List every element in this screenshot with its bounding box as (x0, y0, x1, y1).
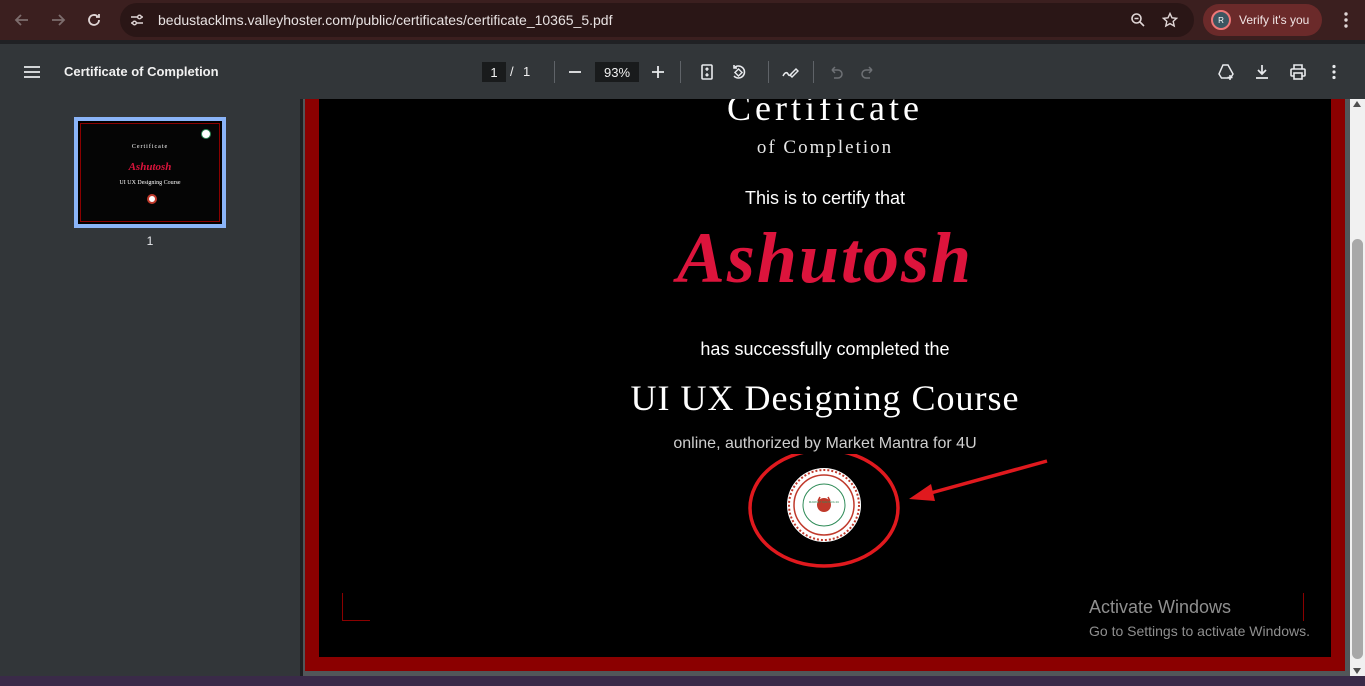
download-button[interactable] (1249, 59, 1275, 85)
page-thumbnail[interactable]: Certificate Ashutosh UI UX Designing Cou… (74, 117, 226, 228)
forward-button[interactable] (43, 5, 73, 35)
url-text[interactable]: bedustacklms.valleyhoster.com/public/cer… (158, 12, 1122, 28)
arrow-right-icon (52, 14, 66, 26)
toolbar-divider (768, 61, 769, 83)
toolbar-divider (554, 61, 555, 83)
address-bar[interactable]: bedustacklms.valleyhoster.com/public/cer… (120, 3, 1194, 37)
certificate-page: Certificate of Completion This is to cer… (305, 99, 1345, 671)
verify-label: Verify it's you (1239, 13, 1310, 27)
toolbar-divider (813, 61, 814, 83)
corner-ornament-left (342, 593, 370, 621)
toolbar-divider (680, 61, 681, 83)
undo-icon (831, 66, 843, 79)
print-icon (1290, 64, 1306, 80)
authorization-text: online, authorized by Market Mantra for … (673, 435, 977, 452)
site-info-icon[interactable] (120, 3, 154, 37)
page-total: 1 (523, 64, 531, 79)
avatar: R (1211, 10, 1231, 30)
recipient-name: Ashutosh (676, 218, 974, 298)
browser-menu-button[interactable] (1332, 5, 1360, 35)
browser-bar: bedustacklms.valleyhoster.com/public/cer… (0, 0, 1365, 40)
minus-icon (569, 71, 581, 73)
more-vert-icon (1344, 12, 1348, 28)
thumbnail-preview: Certificate Ashutosh UI UX Designing Cou… (80, 123, 220, 222)
scroll-thumb[interactable] (1352, 239, 1363, 659)
rotate-button[interactable] (726, 59, 752, 85)
menu-icon (24, 66, 40, 78)
course-name: UI UX Designing Course (630, 378, 1020, 418)
completed-text: has successfully completed the (700, 339, 950, 359)
certificate-subtitle: of Completion (756, 137, 894, 158)
zoom-input[interactable]: 93% (595, 62, 639, 82)
reload-button[interactable] (79, 5, 109, 35)
annotation-arrow-icon (909, 459, 1048, 501)
save-to-drive-button[interactable] (1213, 59, 1239, 85)
pdf-viewer[interactable]: Certificate of Completion This is to cer… (303, 99, 1350, 676)
sidebar-toggle-button[interactable] (18, 59, 46, 85)
activate-windows-subtitle: Go to Settings to activate Windows. (1089, 623, 1310, 639)
thumbnail-title: Certificate (131, 144, 169, 150)
certificate-content: Certificate of Completion This is to cer… (319, 99, 1331, 657)
seal-text: MARKET MANTRA 4U (808, 500, 840, 504)
activate-windows-title: Activate Windows (1089, 597, 1232, 617)
taskbar-strip (0, 676, 1365, 686)
rotate-icon (733, 65, 746, 79)
fit-page-icon (701, 64, 713, 80)
thumbnail-seal (147, 194, 157, 204)
thumbnail-sidebar: Certificate Ashutosh UI UX Designing Cou… (0, 99, 300, 686)
redo-button[interactable] (855, 59, 881, 85)
undo-button[interactable] (823, 59, 849, 85)
zoom-out-button[interactable] (562, 59, 588, 85)
redo-icon (861, 66, 873, 79)
thumbnail-course: UI UX Designing Course (119, 180, 181, 186)
drive-add-icon (1218, 64, 1234, 80)
annotate-button[interactable] (777, 59, 803, 85)
scroll-up-icon[interactable] (1353, 101, 1361, 107)
fit-page-button[interactable] (694, 59, 720, 85)
more-vert-icon (1332, 64, 1336, 80)
print-button[interactable] (1285, 59, 1311, 85)
draw-icon (782, 67, 799, 79)
page-number-input[interactable]: 1 (482, 62, 506, 82)
reload-icon (88, 14, 100, 26)
document-title: Certificate of Completion (64, 64, 219, 79)
seal-highlight: MARKET MANTRA 4U (748, 448, 908, 584)
back-button[interactable] (7, 5, 37, 35)
pdf-more-button[interactable] (1321, 59, 1347, 85)
bookmark-button[interactable] (1154, 4, 1186, 36)
certify-text: This is to certify that (744, 188, 906, 208)
plus-icon (652, 66, 664, 78)
thumbnail-name: Ashutosh (128, 161, 172, 173)
download-icon (1256, 65, 1268, 79)
zoom-in-button[interactable] (645, 59, 671, 85)
zoom-lens-button[interactable] (1122, 4, 1154, 36)
star-icon (1162, 12, 1178, 28)
pdf-toolbar: Certificate of Completion 1 / 1 93% (0, 44, 1365, 99)
vertical-scrollbar[interactable] (1350, 99, 1365, 676)
verify-profile-button[interactable]: R Verify it's you (1203, 4, 1322, 36)
page-separator: / (510, 64, 514, 79)
certificate-title: Certificate (727, 99, 923, 128)
search-icon (1131, 13, 1145, 27)
market-mantra-seal-icon (787, 468, 861, 542)
thumbnail-page-label: 1 (146, 234, 154, 248)
arrow-left-icon (14, 14, 28, 26)
corner-ornament-right (1302, 593, 1304, 621)
thumbnail-logo (201, 129, 211, 139)
scroll-down-icon[interactable] (1353, 668, 1361, 674)
